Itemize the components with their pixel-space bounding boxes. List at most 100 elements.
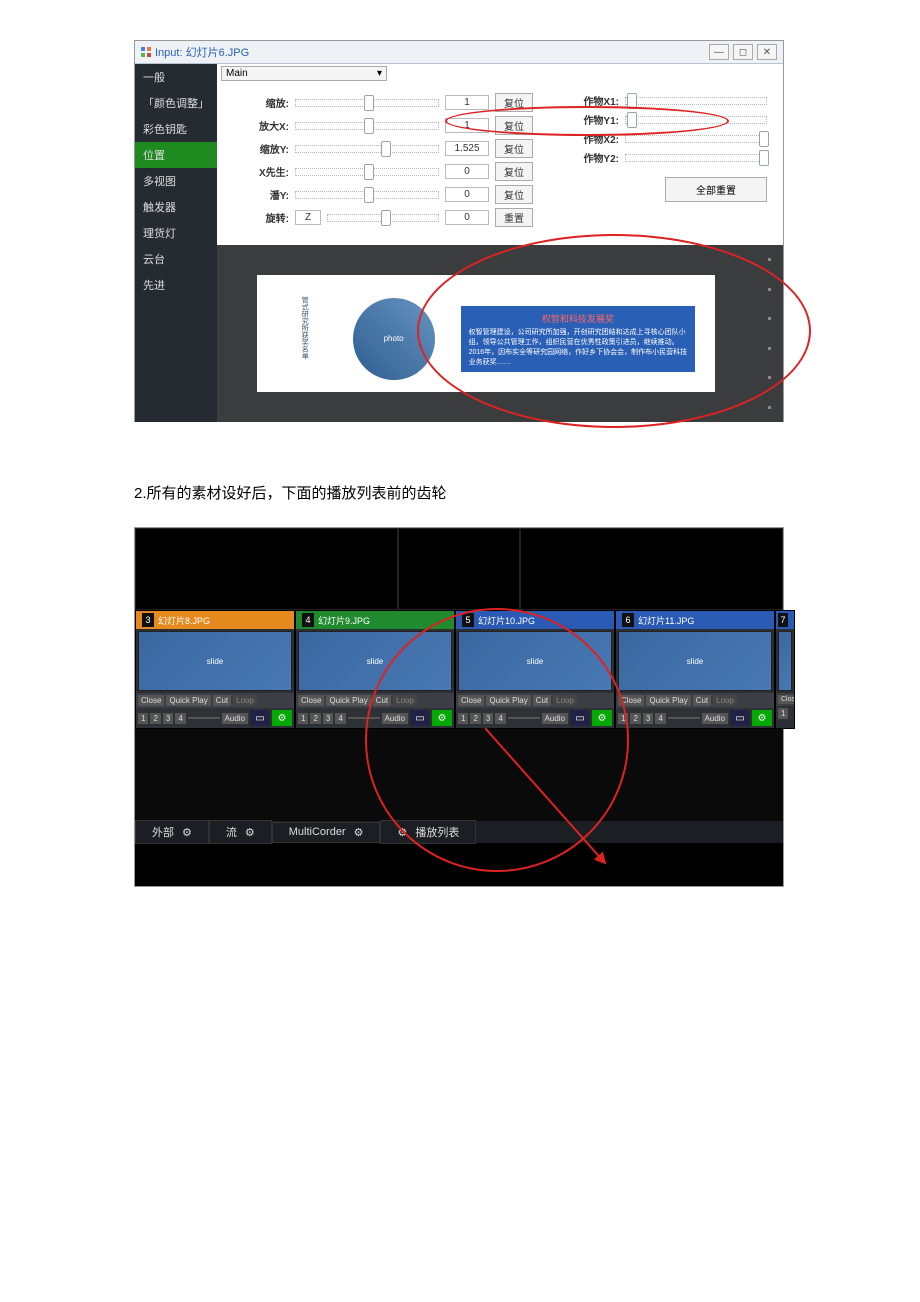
cut-button[interactable]: Cut xyxy=(693,695,711,706)
monitor-icon[interactable]: ▭ xyxy=(570,710,590,726)
loop-button[interactable]: Loop xyxy=(553,695,577,706)
close-button[interactable]: ✕ xyxy=(757,44,777,60)
tab-multicorder[interactable]: MultiCorder xyxy=(272,822,381,843)
tab-external[interactable]: 外部 xyxy=(135,820,209,844)
gear-icon[interactable] xyxy=(182,826,192,839)
maximize-button[interactable]: ◻ xyxy=(733,44,753,60)
overlay-4[interactable]: 4 xyxy=(175,713,185,724)
zoom-value[interactable]: 1 xyxy=(445,95,489,110)
document-step-text: 2.所有的素材设好后，下面的播放列表前的齿轮 xyxy=(134,482,786,503)
audio-button[interactable]: Audio xyxy=(222,713,248,724)
cropx2-slider[interactable] xyxy=(625,135,767,143)
pany-value[interactable]: 0 xyxy=(445,187,489,202)
reset-all-button[interactable]: 全部重置 xyxy=(665,177,767,202)
empty-inputs-area xyxy=(135,729,783,821)
cropx1-slider[interactable] xyxy=(625,97,767,105)
gear-icon[interactable]: ⚙ xyxy=(432,710,452,726)
close-button[interactable]: Close xyxy=(458,695,484,706)
quickplay-button[interactable]: Quick Play xyxy=(486,695,530,706)
input-thumb[interactable]: slide xyxy=(618,631,772,691)
quickplay-button[interactable]: Quick Play xyxy=(166,695,210,706)
close-button[interactable]: Close xyxy=(618,695,644,706)
sidebar-item-multiview[interactable]: 多视图 xyxy=(135,168,217,194)
layer-select[interactable]: Main ▾ xyxy=(221,66,387,81)
sidebar-item-general[interactable]: 一般 xyxy=(135,64,217,90)
bottom-tab-bar: 外部 流 MultiCorder 播放列表 xyxy=(135,821,783,843)
monitor-icon[interactable]: ▭ xyxy=(730,710,750,726)
rotate-slider[interactable] xyxy=(327,214,439,222)
overlay-2[interactable]: 2 xyxy=(150,713,160,724)
zoomy-reset-button[interactable]: 复位 xyxy=(495,139,533,158)
sidebar-item-color-key[interactable]: 彩色钥匙 xyxy=(135,116,217,142)
sidebar-item-advanced[interactable]: 先进 xyxy=(135,272,217,298)
sidebar-item-trigger[interactable]: 触发器 xyxy=(135,194,217,220)
overlay-1[interactable]: 1 xyxy=(138,713,148,724)
gear-icon[interactable] xyxy=(354,826,364,839)
loop-button[interactable]: Loop xyxy=(713,695,737,706)
rotate-axis[interactable]: Z xyxy=(295,210,321,225)
gear-icon[interactable]: ⚙ xyxy=(272,710,292,726)
transition-box[interactable] xyxy=(398,528,520,610)
input-thumb[interactable]: slide xyxy=(298,631,452,691)
cut-button[interactable]: Cut xyxy=(533,695,551,706)
rotate-row: 旋转: Z 0 重置 xyxy=(243,208,533,227)
panx-slider[interactable] xyxy=(295,168,439,176)
gear-icon[interactable]: ⚙ xyxy=(752,710,772,726)
pany-slider[interactable] xyxy=(295,191,439,199)
slide-content: photo 权智和科技发展奖 权智管理建设，公司研究所加强，开创研究团结和达成上… xyxy=(327,306,696,372)
preview-canvas[interactable]: 管式研究所获奖名单 photo 权智和科技发展奖 权智管理建设，公司研究所加强，… xyxy=(237,265,735,402)
cut-button[interactable]: Cut xyxy=(213,695,231,706)
cropy1-slider[interactable] xyxy=(625,116,767,124)
rotate-reset-button[interactable]: 重置 xyxy=(495,208,533,227)
rotate-value[interactable]: 0 xyxy=(445,210,489,225)
monitor-icon[interactable]: ▭ xyxy=(410,710,430,726)
input-settings-window: Input: 幻灯片6.JPG — ◻ ✕ 一般 「颜色调整」 彩色钥匙 位置 … xyxy=(134,40,784,422)
pany-reset-button[interactable]: 复位 xyxy=(495,185,533,204)
tab-playlist[interactable]: 播放列表 xyxy=(380,820,476,844)
zoomy-value[interactable]: 1.525 xyxy=(445,141,489,156)
input-tile-7-partial[interactable]: 7 Close 1 xyxy=(775,610,795,729)
title-bar: Input: 幻灯片6.JPG — ◻ ✕ xyxy=(135,41,783,64)
input-thumb[interactable] xyxy=(778,631,792,691)
zoomx-slider[interactable] xyxy=(295,122,439,130)
preview-scroll[interactable] xyxy=(755,245,783,422)
quickplay-button[interactable]: Quick Play xyxy=(326,695,370,706)
preview-area: 管式研究所获奖名单 photo 权智和科技发展奖 权智管理建设，公司研究所加强，… xyxy=(217,245,783,422)
input-thumb[interactable]: slide xyxy=(138,631,292,691)
overlay-3[interactable]: 3 xyxy=(163,713,173,724)
sidebar-item-tally[interactable]: 理货灯 xyxy=(135,220,217,246)
panx-reset-button[interactable]: 复位 xyxy=(495,162,533,181)
input-tile-4[interactable]: 4幻灯片9.JPG slide Close Quick Play Cut Loo… xyxy=(295,610,455,729)
panx-value[interactable]: 0 xyxy=(445,164,489,179)
app-icon xyxy=(141,47,151,57)
input-tile-6[interactable]: 6幻灯片11.JPG slide Close Quick Play Cut Lo… xyxy=(615,610,775,729)
minimize-button[interactable]: — xyxy=(709,44,729,60)
zoomx-reset-button[interactable]: 复位 xyxy=(495,116,533,135)
loop-button[interactable]: Loop xyxy=(233,695,257,706)
input-thumb[interactable]: slide xyxy=(458,631,612,691)
tab-stream[interactable]: 流 xyxy=(209,820,272,844)
zoomy-slider[interactable] xyxy=(295,145,439,153)
panx-row: X先生: 0 复位 xyxy=(243,162,533,181)
close-button[interactable]: Close xyxy=(298,695,324,706)
cut-button[interactable]: Cut xyxy=(373,695,391,706)
sidebar-item-position[interactable]: 位置 xyxy=(135,142,217,168)
monitor-icon[interactable]: ▭ xyxy=(250,710,270,726)
preview-box[interactable] xyxy=(135,528,398,610)
sidebar-item-color-adjust[interactable]: 「颜色调整」 xyxy=(135,90,217,116)
program-box[interactable] xyxy=(520,528,783,610)
zoomx-value[interactable]: 1 xyxy=(445,118,489,133)
input-tile-3[interactable]: 3幻灯片8.JPG slide Close Quick Play Cut Loo… xyxy=(135,610,295,729)
window-title: Input: 幻灯片6.JPG xyxy=(155,44,249,60)
cropy2-slider[interactable] xyxy=(625,154,767,162)
sidebar-item-ptz[interactable]: 云台 xyxy=(135,246,217,272)
gear-icon[interactable] xyxy=(397,826,407,839)
gear-icon[interactable] xyxy=(245,826,255,839)
quickplay-button[interactable]: Quick Play xyxy=(646,695,690,706)
loop-button[interactable]: Loop xyxy=(393,695,417,706)
gear-icon[interactable]: ⚙ xyxy=(592,710,612,726)
zoom-reset-button[interactable]: 复位 xyxy=(495,93,533,112)
zoom-slider[interactable] xyxy=(295,99,439,107)
close-button[interactable]: Close xyxy=(138,695,164,706)
input-tile-5[interactable]: 5幻灯片10.JPG slide Close Quick Play Cut Lo… xyxy=(455,610,615,729)
